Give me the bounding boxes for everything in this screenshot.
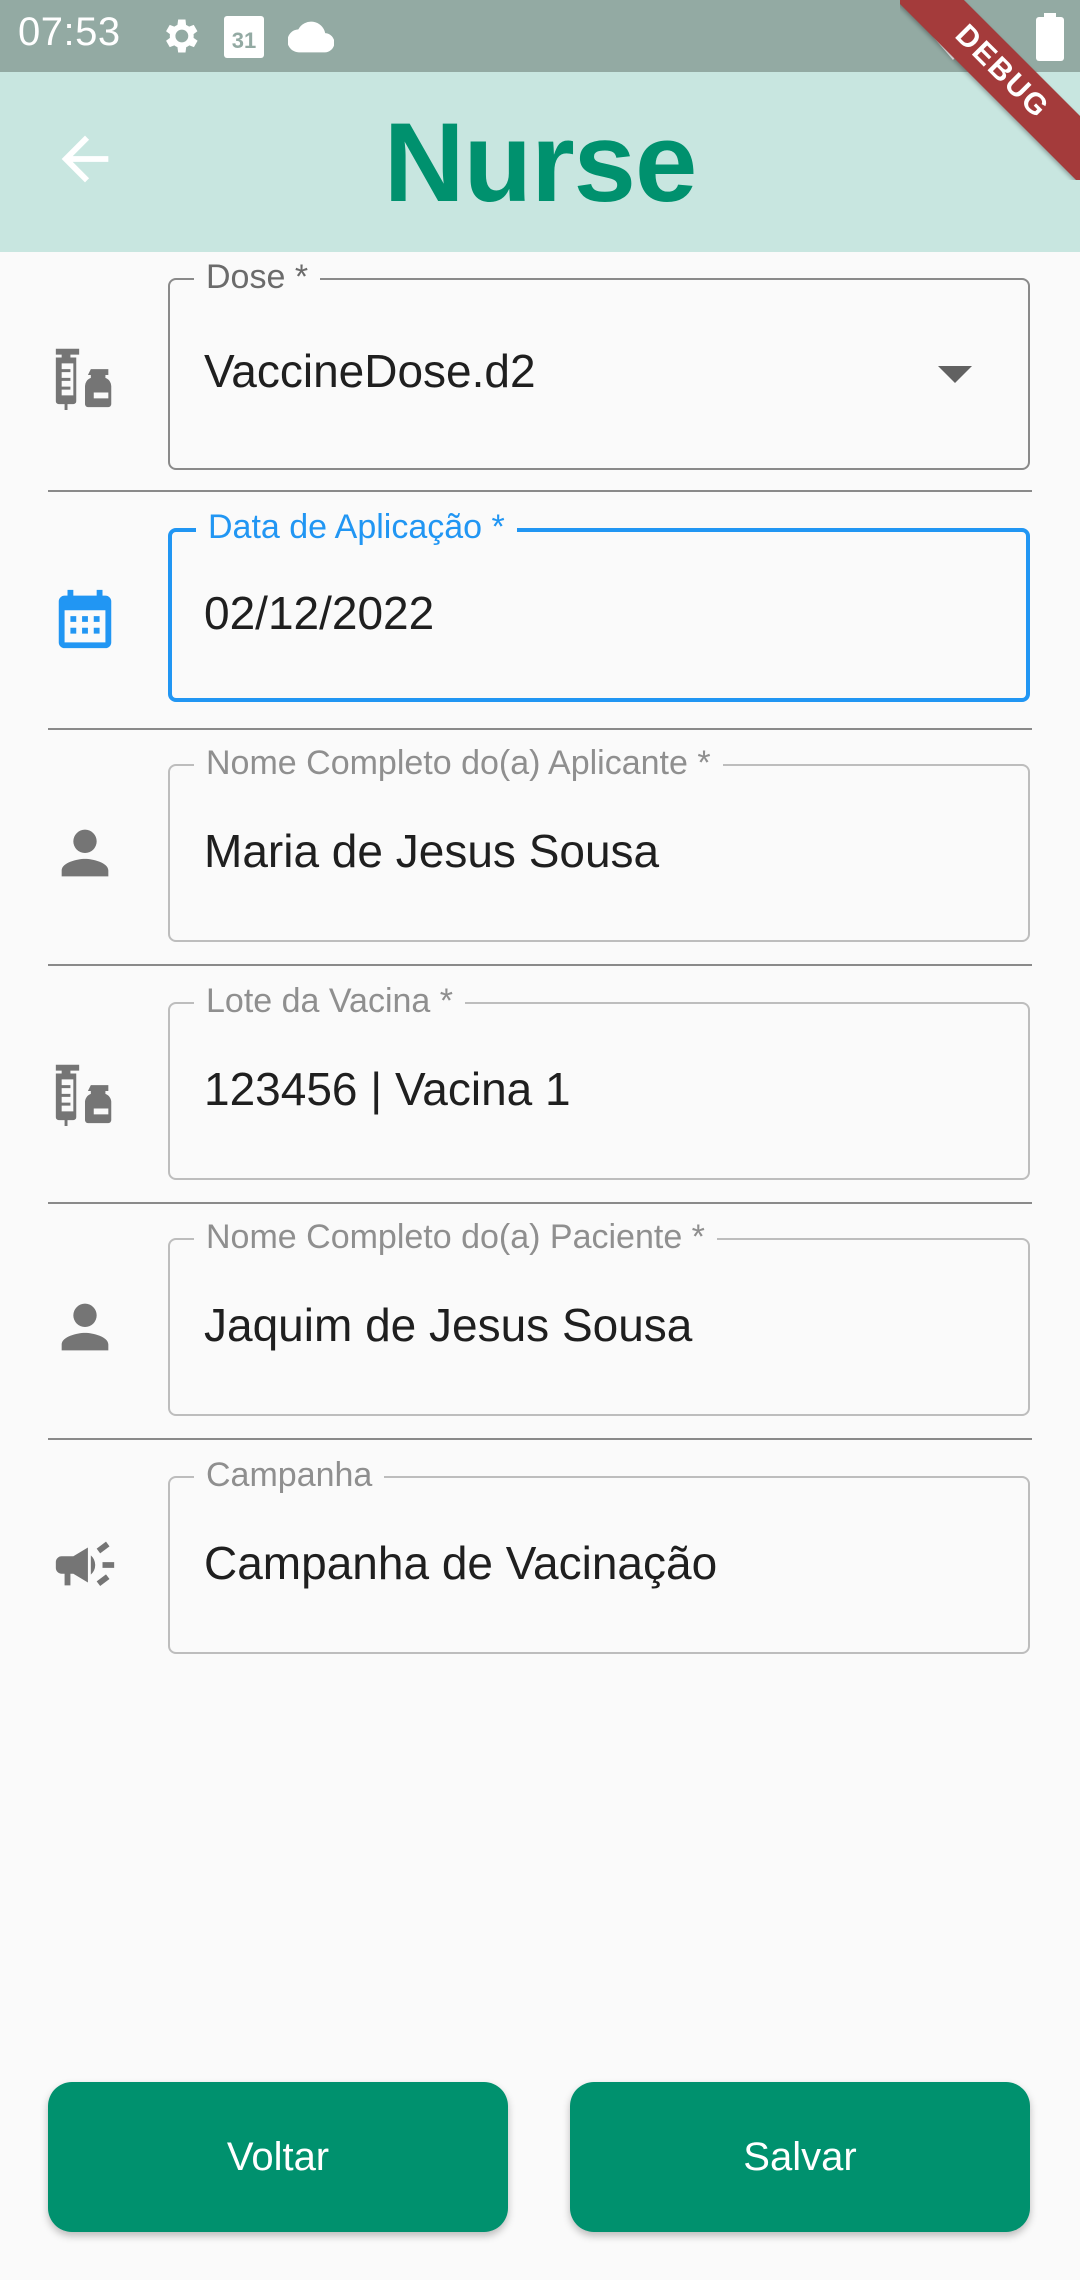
chevron-down-icon[interactable] [938,366,972,383]
vaccine-icon [55,1064,112,1126]
patient-name-value: Jaquim de Jesus Sousa [204,1299,693,1351]
campaign-row: Campanha Campanha de Vacinação [0,1440,1080,1660]
application-date-label: Data de Aplicação * [196,508,517,547]
campaign-label: Campanha [194,1456,385,1495]
gear-icon [166,19,198,53]
status-bar: 07:53 31 [0,0,1080,72]
app-bar: Nurse [0,72,1080,252]
patient-name-label: Nome Completo do(a) Paciente * [194,1218,717,1257]
patient-row: Nome Completo do(a) Paciente * Jaquim de… [0,1202,1080,1440]
vaccine-lot-row: Lote da Vacina * 123456 | Vacina 1 [0,966,1080,1204]
battery-icon [1036,13,1064,61]
vaccine-lot-label: Lote da Vacina * [194,982,465,1021]
vaccine-icon [55,348,112,410]
dose-dropdown[interactable]: Dose * VaccineDose.d2 [168,258,1030,470]
dose-label: Dose * [194,258,321,297]
application-date-row: Data de Aplicação * 02/12/2022 [0,492,1080,730]
vaccine-lot-value: 123456 | Vacina 1 [204,1063,571,1115]
cloud-icon [288,21,334,53]
dose-row: Dose * VaccineDose.d2 [0,252,1080,492]
applicant-name-field[interactable]: Nome Completo do(a) Aplicante * Maria de… [168,744,1030,942]
vaccine-lot-field[interactable]: Lote da Vacina * 123456 | Vacina 1 [168,982,1030,1180]
application-date-field[interactable]: Data de Aplicação * 02/12/2022 [168,508,1030,702]
dose-value: VaccineDose.d2 [204,345,536,397]
calendar-day: 31 [231,28,257,53]
campaign-value: Campanha de Vacinação [204,1537,718,1589]
back-button[interactable]: Voltar [48,2082,508,2232]
calendar-icon[interactable] [50,584,120,654]
page-title: Nurse [383,100,697,225]
person-icon [61,829,109,877]
calendar-icon: 31 [224,16,264,58]
save-button[interactable]: Salvar [570,2082,1030,2232]
campaign-icon [55,1541,115,1586]
person-icon [61,1303,109,1351]
applicant-name-label: Nome Completo do(a) Aplicante * [194,744,723,783]
status-time: 07:53 [18,10,121,54]
applicant-name-value: Maria de Jesus Sousa [204,825,660,877]
campaign-field[interactable]: Campanha Campanha de Vacinação [168,1456,1030,1654]
wifi-icon [920,14,986,60]
applicant-row: Nome Completo do(a) Aplicante * Maria de… [0,728,1080,966]
application-date-value: 02/12/2022 [204,587,435,639]
patient-name-field[interactable]: Nome Completo do(a) Paciente * Jaquim de… [168,1218,1030,1416]
